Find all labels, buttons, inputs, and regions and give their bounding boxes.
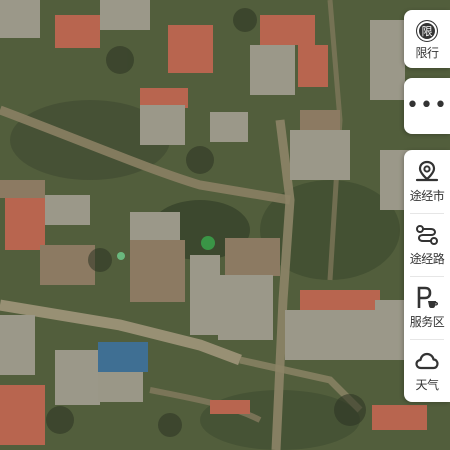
restriction-panel[interactable]: 限 限行 bbox=[404, 10, 450, 68]
weather-button[interactable]: 天气 bbox=[404, 339, 450, 401]
via-road-label: 途经路 bbox=[409, 251, 445, 266]
restriction-badge-icon: 限 bbox=[416, 19, 438, 42]
more-panel[interactable]: ••• bbox=[404, 78, 450, 134]
restriction-label: 限行 bbox=[415, 45, 439, 60]
more-button[interactable]: ••• bbox=[404, 75, 450, 137]
satellite-map[interactable] bbox=[0, 0, 450, 450]
via-road-button[interactable]: 途经路 bbox=[404, 213, 450, 275]
via-city-label: 途经市 bbox=[409, 188, 445, 203]
more-dots-icon: ••• bbox=[406, 93, 448, 118]
via-city-button[interactable]: 途经市 bbox=[404, 150, 450, 212]
weather-label: 天气 bbox=[415, 377, 439, 392]
service-area-icon bbox=[417, 286, 439, 308]
restriction-button[interactable]: 限 限行 bbox=[404, 8, 450, 70]
route-tools-panel: 途经市 途经路 服务区 天气 bbox=[404, 150, 450, 402]
route-icon bbox=[416, 224, 438, 245]
service-area-button[interactable]: 服务区 bbox=[404, 276, 450, 338]
service-area-label: 服务区 bbox=[409, 314, 445, 329]
location-pin-icon bbox=[415, 160, 439, 181]
cloud-icon bbox=[415, 352, 439, 369]
